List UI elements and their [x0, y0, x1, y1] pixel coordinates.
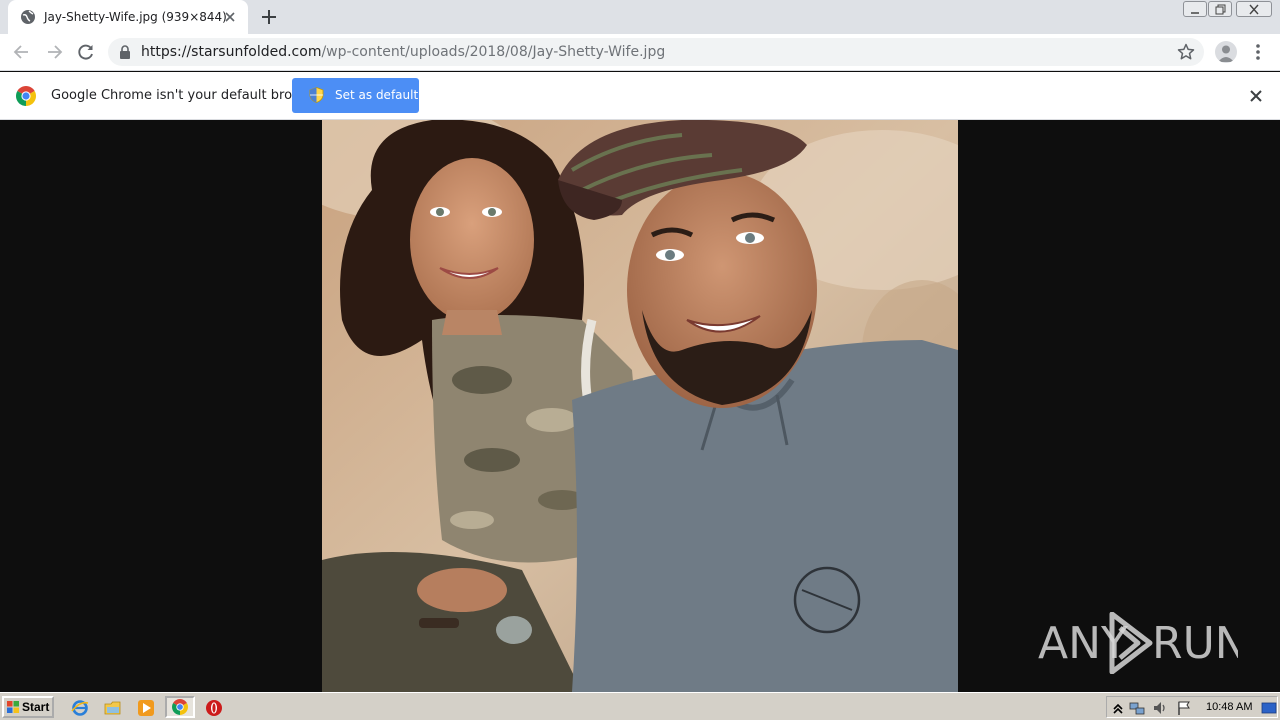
windows-taskbar: Start 10:48 AM: [0, 692, 1280, 720]
arrow-left-icon[interactable]: [12, 42, 32, 62]
photo-image[interactable]: [322, 120, 958, 692]
close-icon[interactable]: [1247, 87, 1265, 105]
restore-button[interactable]: [1208, 1, 1232, 17]
folder-icon[interactable]: [104, 699, 122, 717]
network-icon[interactable]: [1129, 700, 1145, 716]
plus-icon[interactable]: [259, 7, 279, 27]
start-label: Start: [22, 700, 50, 714]
url-path: /wp-content/uploads/2018/08/Jay-Shetty-W…: [321, 44, 666, 60]
watermark-text-any: ANY: [1038, 618, 1128, 669]
system-tray: 10:48 AM: [1106, 696, 1278, 718]
chrome-icon: [16, 86, 36, 106]
kebab-menu-icon[interactable]: [1250, 42, 1266, 62]
tab-title: Jay-Shetty-Wife.jpg (939×844): [44, 10, 227, 24]
set-as-default-button[interactable]: Set as default: [292, 78, 419, 113]
opera-icon[interactable]: [205, 699, 223, 717]
minimize-icon: [1191, 12, 1199, 14]
show-desktop-icon[interactable]: [1261, 700, 1277, 716]
minimize-button[interactable]: [1183, 1, 1207, 17]
arrow-right-icon[interactable]: [44, 42, 64, 62]
address-bar[interactable]: https://starsunfolded.com/wp-content/upl…: [108, 38, 1204, 66]
close-icon[interactable]: [222, 9, 238, 25]
taskbar-chrome-button[interactable]: [165, 696, 195, 718]
browser-tab[interactable]: Jay-Shetty-Wife.jpg (939×844): [8, 0, 248, 34]
lock-icon: [120, 45, 130, 59]
url-text: https://starsunfolded.com/wp-content/upl…: [141, 44, 665, 60]
close-icon: [1249, 4, 1259, 15]
image-viewport: ANY RUN: [0, 120, 1280, 692]
start-button[interactable]: Start: [2, 696, 54, 718]
volume-icon[interactable]: [1152, 700, 1168, 716]
window-close-button[interactable]: [1236, 1, 1272, 17]
star-icon[interactable]: [1177, 43, 1195, 61]
watermark-text-run: RUN: [1152, 618, 1238, 669]
show-hidden-icon[interactable]: [1110, 700, 1126, 716]
flag-icon[interactable]: [1176, 700, 1192, 716]
default-browser-infobar: Google Chrome isn't your default browser…: [0, 72, 1280, 120]
internet-explorer-icon[interactable]: [71, 699, 89, 717]
globe-icon: [21, 10, 35, 24]
taskbar-clock[interactable]: 10:48 AM: [1206, 701, 1252, 713]
url-host: https://starsunfolded.com: [141, 44, 322, 60]
browser-toolbar: https://starsunfolded.com/wp-content/upl…: [0, 34, 1280, 71]
media-player-icon[interactable]: [137, 699, 155, 717]
shield-icon: [309, 87, 324, 103]
infobar-message: Google Chrome isn't your default browser: [51, 88, 323, 103]
restore-icon: [1215, 4, 1226, 15]
anyrun-watermark: ANY RUN: [1038, 612, 1238, 674]
tab-strip: Jay-Shetty-Wife.jpg (939×844): [0, 0, 1280, 34]
avatar-icon[interactable]: [1215, 41, 1237, 63]
set-as-default-label: Set as default: [335, 88, 419, 102]
reload-icon[interactable]: [76, 42, 96, 62]
chrome-icon: [172, 699, 188, 715]
windows-logo-icon: [7, 701, 19, 713]
